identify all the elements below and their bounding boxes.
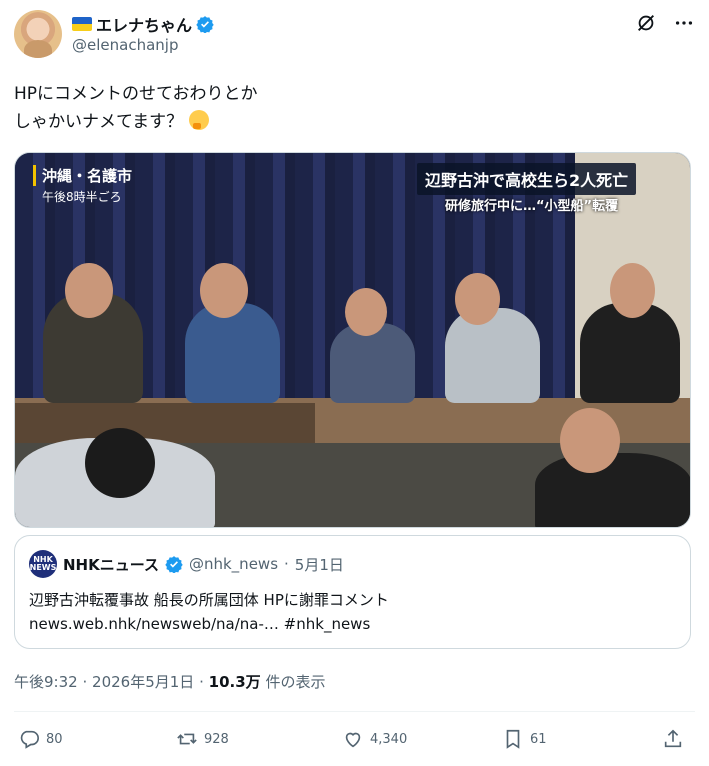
meta-separator: · xyxy=(82,673,88,691)
share-icon xyxy=(664,729,682,748)
repost-button[interactable]: 928 xyxy=(176,728,229,750)
quoted-verified-badge-icon xyxy=(165,556,183,573)
ukraine-flag-icon xyxy=(72,17,92,31)
divider xyxy=(14,711,695,712)
reporter-left-head xyxy=(85,428,155,498)
display-name[interactable]: エレナちゃん xyxy=(96,12,192,36)
time-label: 午後8時半ごろ xyxy=(42,190,122,204)
quoted-link[interactable]: news.web.nhk/newsweb/na/na-… xyxy=(29,615,279,633)
share-button[interactable] xyxy=(662,728,684,750)
person-2-head xyxy=(200,263,248,318)
view-count: 10.3万 xyxy=(208,673,261,691)
quoted-separator: · xyxy=(284,555,289,573)
reply-button[interactable]: 80 xyxy=(18,728,63,750)
tweet-text-line-1: HPにコメントのせておわりとか xyxy=(14,84,258,104)
person-4-head xyxy=(455,273,500,325)
tweet-meta: 午後9:32 · 2026年5月1日 · 10.3万 件の表示 xyxy=(14,671,325,692)
quoted-text: 辺野古沖転覆事故 船長の所属団体 HPに謝罪コメント xyxy=(29,591,389,609)
person-2 xyxy=(185,303,280,403)
reporter-right xyxy=(535,453,690,527)
author-name-row[interactable]: エレナちゃん xyxy=(72,12,214,36)
location-caption: 沖縄・名護市 午後8時半ごろ xyxy=(33,165,132,205)
person-3 xyxy=(330,323,415,403)
person-5 xyxy=(580,303,680,403)
author-handle[interactable]: @elenachanjp xyxy=(72,36,178,54)
location-label: 沖縄・名護市 xyxy=(33,165,132,186)
repost-count: 928 xyxy=(204,731,229,747)
tweet-header: エレナちゃん @elenachanjp xyxy=(14,10,695,62)
tweet-text-line-2: しゃかいナメてます？ xyxy=(14,112,184,132)
tweet-media-image[interactable]: 沖縄・名護市 午後8時半ごろ 辺野古沖で高校生ら2人死亡 研修旅行中に…“小型船… xyxy=(14,152,691,528)
thinking-face-emoji-icon xyxy=(188,110,209,130)
bookmark-icon xyxy=(506,729,520,749)
bookmark-button[interactable]: 61 xyxy=(502,728,547,750)
view-count-label: 件の表示 xyxy=(265,673,326,691)
reply-count: 80 xyxy=(46,731,63,747)
table-left xyxy=(15,403,315,443)
tweet-text: HPにコメントのせておわりとか しゃかいナメてます？ xyxy=(14,80,258,136)
reply-icon xyxy=(20,730,39,749)
repost-icon xyxy=(177,733,197,745)
quoted-tweet-body: 辺野古沖転覆事故 船長の所属団体 HPに謝罪コメント news.web.nhk/… xyxy=(29,588,389,636)
bookmark-count: 61 xyxy=(530,731,547,747)
tweet-actions: 80 928 4,340 61 xyxy=(14,728,695,758)
avatar[interactable] xyxy=(14,10,62,58)
reporter-right-head xyxy=(560,408,620,473)
more-options-icon[interactable] xyxy=(673,12,695,34)
verified-badge-icon xyxy=(196,16,214,33)
quoted-tweet-card[interactable]: NHK NEWS NHKニュース @nhk_news · 5月1日 辺野古沖転覆… xyxy=(14,535,691,649)
quoted-hashtag[interactable]: #nhk_news xyxy=(284,615,371,633)
news-subheadline-caption: 研修旅行中に…“小型船”転覆 xyxy=(445,199,619,214)
quoted-date[interactable]: 5月1日 xyxy=(295,554,344,575)
like-count: 4,340 xyxy=(370,731,408,747)
person-3-head xyxy=(345,288,387,336)
quoted-author-name[interactable]: NHKニュース xyxy=(63,554,159,575)
quoted-author-handle[interactable]: @nhk_news xyxy=(189,555,278,573)
like-button[interactable]: 4,340 xyxy=(342,728,407,750)
person-4 xyxy=(445,308,540,403)
grok-icon[interactable] xyxy=(635,12,657,34)
meta-separator-2: · xyxy=(199,673,204,691)
news-headline-caption: 辺野古沖で高校生ら2人死亡 xyxy=(417,163,637,195)
post-time[interactable]: 午後9:32 xyxy=(14,673,78,691)
post-date[interactable]: 2026年5月1日 xyxy=(92,673,194,691)
person-5-head xyxy=(610,263,655,318)
person-1-head xyxy=(65,263,113,318)
quoted-tweet-header: NHK NEWS NHKニュース @nhk_news · 5月1日 xyxy=(29,550,344,578)
heart-icon xyxy=(345,732,361,748)
nhk-news-logo-icon[interactable]: NHK NEWS xyxy=(29,550,57,578)
